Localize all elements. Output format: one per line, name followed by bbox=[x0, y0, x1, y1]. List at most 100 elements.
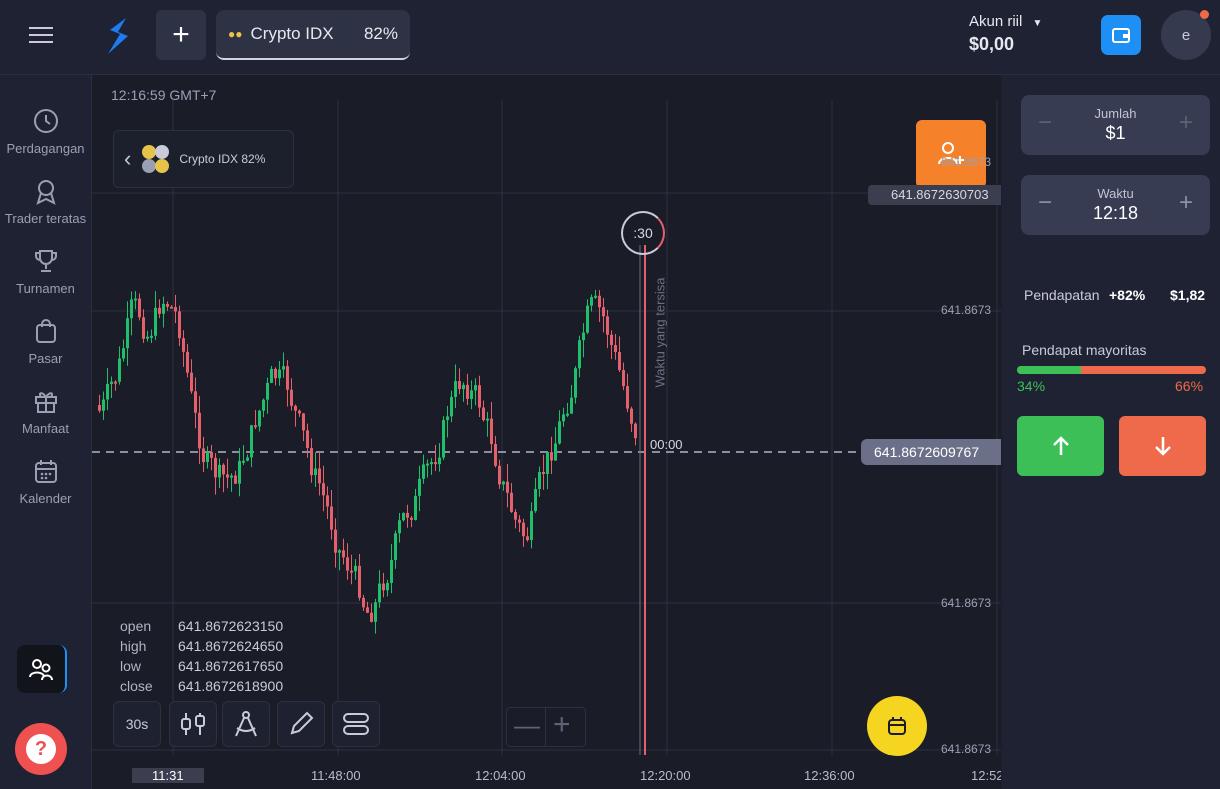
candle-body bbox=[194, 391, 197, 413]
expiry-timer: 00:00 bbox=[650, 437, 683, 452]
layout-icon bbox=[343, 713, 369, 735]
time-axis-label: 12:04:00 bbox=[475, 768, 526, 783]
amount-plus-button[interactable]: + bbox=[1172, 109, 1200, 137]
award-icon bbox=[35, 180, 56, 205]
candles-icon bbox=[181, 713, 205, 735]
sidebar-item-label: Perdagangan bbox=[6, 141, 85, 156]
add-asset-button[interactable]: + bbox=[156, 10, 206, 60]
candle-body bbox=[490, 418, 493, 445]
zoom-in-button[interactable]: + bbox=[553, 708, 571, 742]
account-type: Akun riil bbox=[969, 13, 1023, 30]
countdown-badge: :30 bbox=[621, 211, 665, 255]
timeframe-button[interactable]: 30s bbox=[113, 701, 161, 747]
zoom-out-button[interactable]: — bbox=[514, 710, 540, 741]
asset-tab-name: Crypto IDX bbox=[250, 24, 334, 43]
candle-body bbox=[414, 495, 417, 520]
coins-icon: ●● bbox=[228, 27, 243, 41]
candle-body bbox=[522, 522, 525, 537]
candle-body bbox=[198, 412, 201, 449]
candle-body bbox=[550, 452, 553, 461]
social-trading-button[interactable] bbox=[17, 645, 67, 693]
candle-body bbox=[542, 471, 545, 474]
candle-body bbox=[418, 478, 421, 496]
help-button[interactable]: ? bbox=[15, 723, 67, 775]
candle-body bbox=[234, 475, 237, 484]
sidebar-item-benefits[interactable]: Manfaat bbox=[0, 387, 91, 436]
candle-body bbox=[442, 420, 445, 458]
current-price-tag: 641.8672609767 bbox=[874, 444, 980, 460]
drawing-button[interactable] bbox=[277, 701, 325, 747]
asset-chip-label: Crypto IDX 82% bbox=[179, 152, 266, 166]
time-plus-button[interactable]: + bbox=[1172, 189, 1200, 217]
sell-down-button[interactable] bbox=[1119, 416, 1206, 476]
gift-icon bbox=[34, 392, 57, 413]
wallet-icon bbox=[1112, 28, 1130, 43]
time-field[interactable]: − Waktu 12:18 + bbox=[1021, 175, 1210, 235]
ohlc-open: open 641.8672623150 bbox=[120, 618, 284, 634]
menu-icon[interactable] bbox=[29, 22, 53, 48]
candle-body bbox=[502, 481, 505, 485]
remaining-time-label-wrap: Waktu yang tersisa bbox=[650, 265, 668, 405]
candle-body bbox=[378, 583, 381, 603]
account-balance: $0,00 bbox=[969, 34, 1015, 54]
sidebar-item-label: Manfaat bbox=[22, 421, 69, 436]
asset-chip[interactable]: ‹ Crypto IDX 82% bbox=[113, 130, 294, 188]
sidebar-item-top-traders[interactable]: Trader teratas bbox=[0, 177, 91, 226]
sidebar-item-tournaments[interactable]: Turnamen bbox=[0, 247, 91, 296]
amount-field[interactable]: − Jumlah $1 + bbox=[1021, 95, 1210, 155]
invite-trader-button[interactable] bbox=[916, 120, 986, 188]
candle-body bbox=[574, 368, 577, 398]
asset-tab[interactable]: ●● Crypto IDX 82% bbox=[216, 10, 410, 60]
sidebar-item-label: Kalender bbox=[19, 491, 72, 506]
trading-chart[interactable]: 12:16:59 GMT+7 ‹ Crypto IDX 82% :30 Wakt… bbox=[92, 75, 1001, 789]
candle-body bbox=[110, 381, 113, 384]
wallet-button[interactable] bbox=[1101, 15, 1141, 55]
candle-body bbox=[174, 307, 177, 312]
brand-logo[interactable] bbox=[104, 16, 132, 61]
help-icon: ? bbox=[26, 734, 56, 764]
zoom-controls: — + bbox=[506, 707, 586, 747]
candle-body bbox=[530, 511, 533, 541]
sidebar-item-calendar[interactable]: Kalender bbox=[0, 457, 91, 506]
candle-body bbox=[246, 457, 249, 461]
candle-body bbox=[238, 460, 241, 484]
candle-body bbox=[318, 468, 321, 484]
trophy-icon bbox=[34, 250, 57, 272]
candle-body bbox=[446, 416, 449, 421]
account-selector[interactable]: Akun riil ▼ bbox=[969, 13, 1042, 30]
sidebar: Perdagangan Trader teratas Turnamen Pasa… bbox=[0, 75, 92, 789]
chart-type-button[interactable] bbox=[169, 701, 217, 747]
candle-body bbox=[158, 307, 161, 314]
sidebar-item-market[interactable]: Pasar bbox=[0, 317, 91, 366]
candle-body bbox=[178, 311, 181, 339]
candle-body bbox=[138, 298, 141, 318]
candle-body bbox=[142, 317, 145, 339]
chevron-left-icon: ‹ bbox=[124, 146, 132, 171]
candle-body bbox=[610, 334, 613, 346]
sidebar-item-trading[interactable]: Perdagangan bbox=[0, 107, 91, 156]
ohlc-close: close 641.8672618900 bbox=[120, 678, 284, 694]
candle-body bbox=[270, 368, 273, 383]
candle-body bbox=[526, 536, 529, 541]
buy-up-button[interactable] bbox=[1017, 416, 1104, 476]
price-axis-label: 641.8673 bbox=[941, 596, 992, 610]
candle-body bbox=[322, 483, 325, 496]
layout-button[interactable] bbox=[332, 701, 380, 747]
candle-body bbox=[282, 366, 285, 370]
indicators-button[interactable] bbox=[222, 701, 270, 747]
candle-body bbox=[426, 463, 429, 466]
candle-body bbox=[430, 462, 433, 465]
top-price-tag: 641.8672630703 bbox=[891, 187, 989, 202]
candle-body bbox=[154, 307, 157, 336]
candle-body bbox=[286, 366, 289, 390]
income-percent: +82% bbox=[1109, 287, 1146, 303]
candle-body bbox=[454, 381, 457, 397]
candle-body bbox=[514, 511, 517, 520]
pencil-icon bbox=[290, 711, 314, 735]
calendar-fab[interactable] bbox=[867, 696, 927, 756]
candle-body bbox=[494, 444, 497, 466]
candle-body bbox=[470, 390, 473, 399]
price-axis-label: 641.8673 bbox=[941, 303, 992, 317]
server-clock: 12:16:59 GMT+7 bbox=[111, 87, 217, 103]
candle-body bbox=[602, 307, 605, 317]
